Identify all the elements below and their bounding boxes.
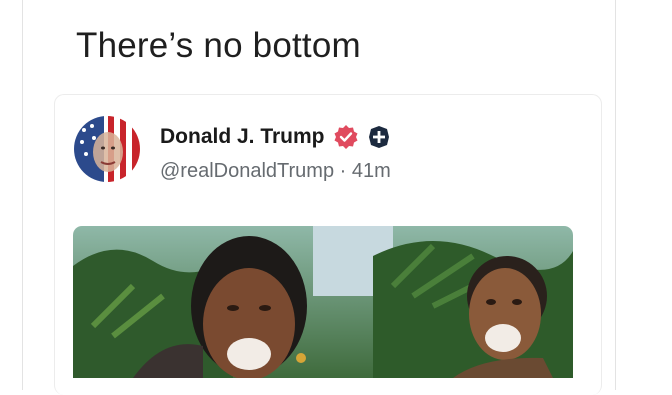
avatar[interactable]: [74, 116, 140, 182]
post-media-image: [73, 226, 573, 378]
separator: ·: [339, 160, 347, 182]
display-name[interactable]: Donald J. Trump: [160, 125, 325, 149]
handle[interactable]: @realDonaldTrump: [160, 160, 334, 182]
post-media[interactable]: [73, 226, 573, 378]
avatar-image: [74, 116, 140, 182]
verified-badge-icon: [334, 125, 358, 149]
quoted-post-header: Donald J. Trump: [160, 124, 391, 150]
post-text: There’s no bottom: [76, 26, 361, 65]
handle-row: @realDonaldTrump · 41m: [160, 160, 391, 183]
plus-badge-icon: [368, 126, 389, 148]
timestamp[interactable]: 41m: [352, 160, 391, 182]
